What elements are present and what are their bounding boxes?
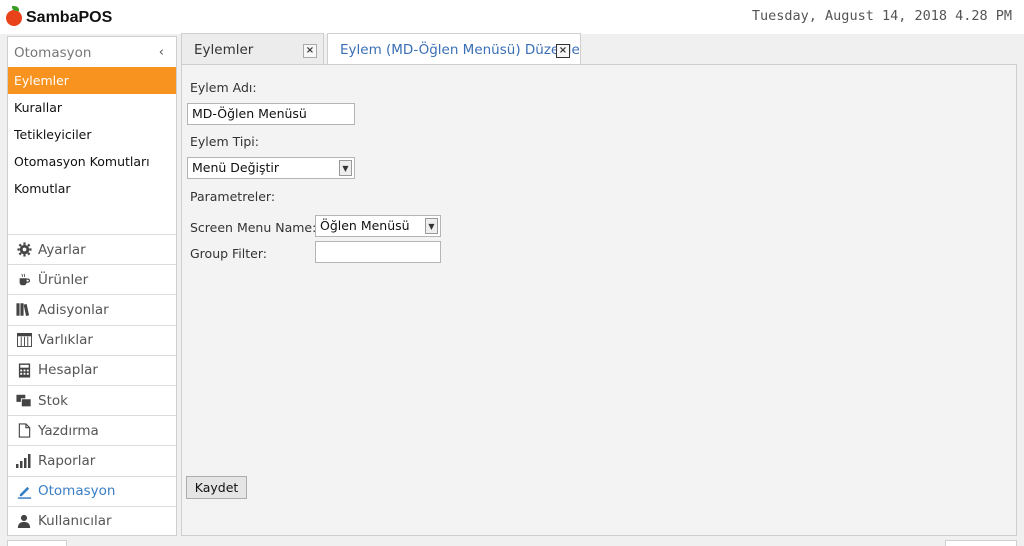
left-navigation: Otomasyon ‹ Eylemler Kurallar Tetikleyic… <box>7 36 177 536</box>
coffee-cup-icon <box>16 272 32 288</box>
collapse-chevron-icon[interactable]: ‹ <box>159 37 164 69</box>
action-name-label: Eylem Adı: <box>190 80 257 95</box>
module-list: Ayarlar Ürünler Adisyonlar Varlıklar Hes… <box>8 234 176 536</box>
module-varliklar[interactable]: Varlıklar <box>8 324 176 355</box>
app-name: SambaPOS <box>26 9 113 26</box>
module-label: Varlıklar <box>38 332 93 349</box>
document-icon <box>16 423 32 439</box>
module-adisyonlar[interactable]: Adisyonlar <box>8 294 176 324</box>
bar-chart-icon <box>16 453 32 469</box>
module-otomasyon[interactable]: Otomasyon <box>8 475 176 506</box>
clock-display: Tuesday, August 14, 2018 4.28 PM <box>751 8 1012 24</box>
action-type-select[interactable]: Menü Değiştir ▼ <box>187 157 355 179</box>
action-name-input[interactable]: MD-Öğlen Menüsü <box>187 103 355 125</box>
sub-item-otomasyon-komutlari[interactable]: Otomasyon Komutları <box>8 148 176 175</box>
pencil-icon <box>16 483 32 499</box>
group-filter-input[interactable] <box>315 241 441 263</box>
nav-section-title: Otomasyon <box>14 45 92 61</box>
app-logo: SambaPOS <box>6 6 113 29</box>
sub-item-eylemler[interactable]: Eylemler <box>8 67 176 94</box>
module-ayarlar[interactable]: Ayarlar <box>8 234 176 264</box>
document-tabs: Eylemler × Eylem (MD-Öğlen Menüsü) Düzen… <box>181 33 1021 66</box>
tab-label: Eylem (MD-Öğlen Menüsü) Düzenle <box>340 42 580 58</box>
module-urunler[interactable]: Ürünler <box>8 264 176 294</box>
bottom-left-control[interactable] <box>7 540 67 546</box>
module-label: Adisyonlar <box>38 301 109 318</box>
bottom-right-control[interactable] <box>945 540 1017 546</box>
sub-item-kurallar[interactable]: Kurallar <box>8 94 176 121</box>
sub-item-komutlar[interactable]: Komutlar <box>8 175 176 202</box>
module-label: Ürünler <box>38 271 89 288</box>
chevron-down-icon[interactable]: ▼ <box>339 160 352 176</box>
module-stok[interactable]: Stok <box>8 384 176 415</box>
nav-section-header[interactable]: Otomasyon ‹ <box>8 37 176 67</box>
automation-sub-menu: Eylemler Kurallar Tetikleyiciler Otomasy… <box>8 67 176 202</box>
module-label: Raporlar <box>38 452 96 469</box>
parameters-label: Parametreler: <box>190 189 276 204</box>
table-icon <box>16 332 32 348</box>
action-editor-panel: Eylem Adı: MD-Öğlen Menüsü Eylem Tipi: M… <box>181 64 1017 536</box>
module-hesaplar[interactable]: Hesaplar <box>8 354 176 385</box>
module-kullanicilar[interactable]: Kullanıcılar <box>8 505 176 536</box>
module-label: Otomasyon <box>38 483 116 500</box>
books-icon <box>16 302 32 318</box>
module-yazdirma[interactable]: Yazdırma <box>8 415 176 445</box>
sub-item-tetikleyiciler[interactable]: Tetikleyiciler <box>8 121 176 148</box>
chevron-down-icon[interactable]: ▼ <box>425 218 438 234</box>
gear-icon <box>16 242 32 258</box>
tab-label: Eylemler <box>194 42 254 58</box>
apple-logo-icon <box>6 6 22 26</box>
tab-eylem-duzenle[interactable]: Eylem (MD-Öğlen Menüsü) Düzenle × <box>327 33 581 66</box>
close-icon[interactable]: × <box>303 44 317 58</box>
module-label: Stok <box>38 392 68 409</box>
user-icon <box>16 513 32 529</box>
app-header: SambaPOS Tuesday, August 14, 2018 4.28 P… <box>0 0 1024 34</box>
save-button[interactable]: Kaydet <box>186 476 247 499</box>
action-type-label: Eylem Tipi: <box>190 134 259 149</box>
action-type-value: Menü Değiştir <box>192 160 280 175</box>
screen-menu-name-value: Öğlen Menüsü <box>320 218 410 233</box>
calculator-icon <box>16 362 32 378</box>
screen-menu-name-label: Screen Menu Name: <box>190 220 317 235</box>
close-icon[interactable]: × <box>556 44 570 58</box>
module-label: Kullanıcılar <box>38 513 112 530</box>
module-label: Hesaplar <box>38 362 98 379</box>
module-raporlar[interactable]: Raporlar <box>8 445 176 475</box>
module-label: Ayarlar <box>38 241 86 258</box>
tab-eylemler[interactable]: Eylemler × <box>181 33 324 65</box>
group-filter-label: Group Filter: <box>190 246 267 261</box>
module-label: Yazdırma <box>38 422 99 439</box>
screen-menu-name-select[interactable]: Öğlen Menüsü ▼ <box>315 215 441 237</box>
boxes-icon <box>16 393 32 409</box>
